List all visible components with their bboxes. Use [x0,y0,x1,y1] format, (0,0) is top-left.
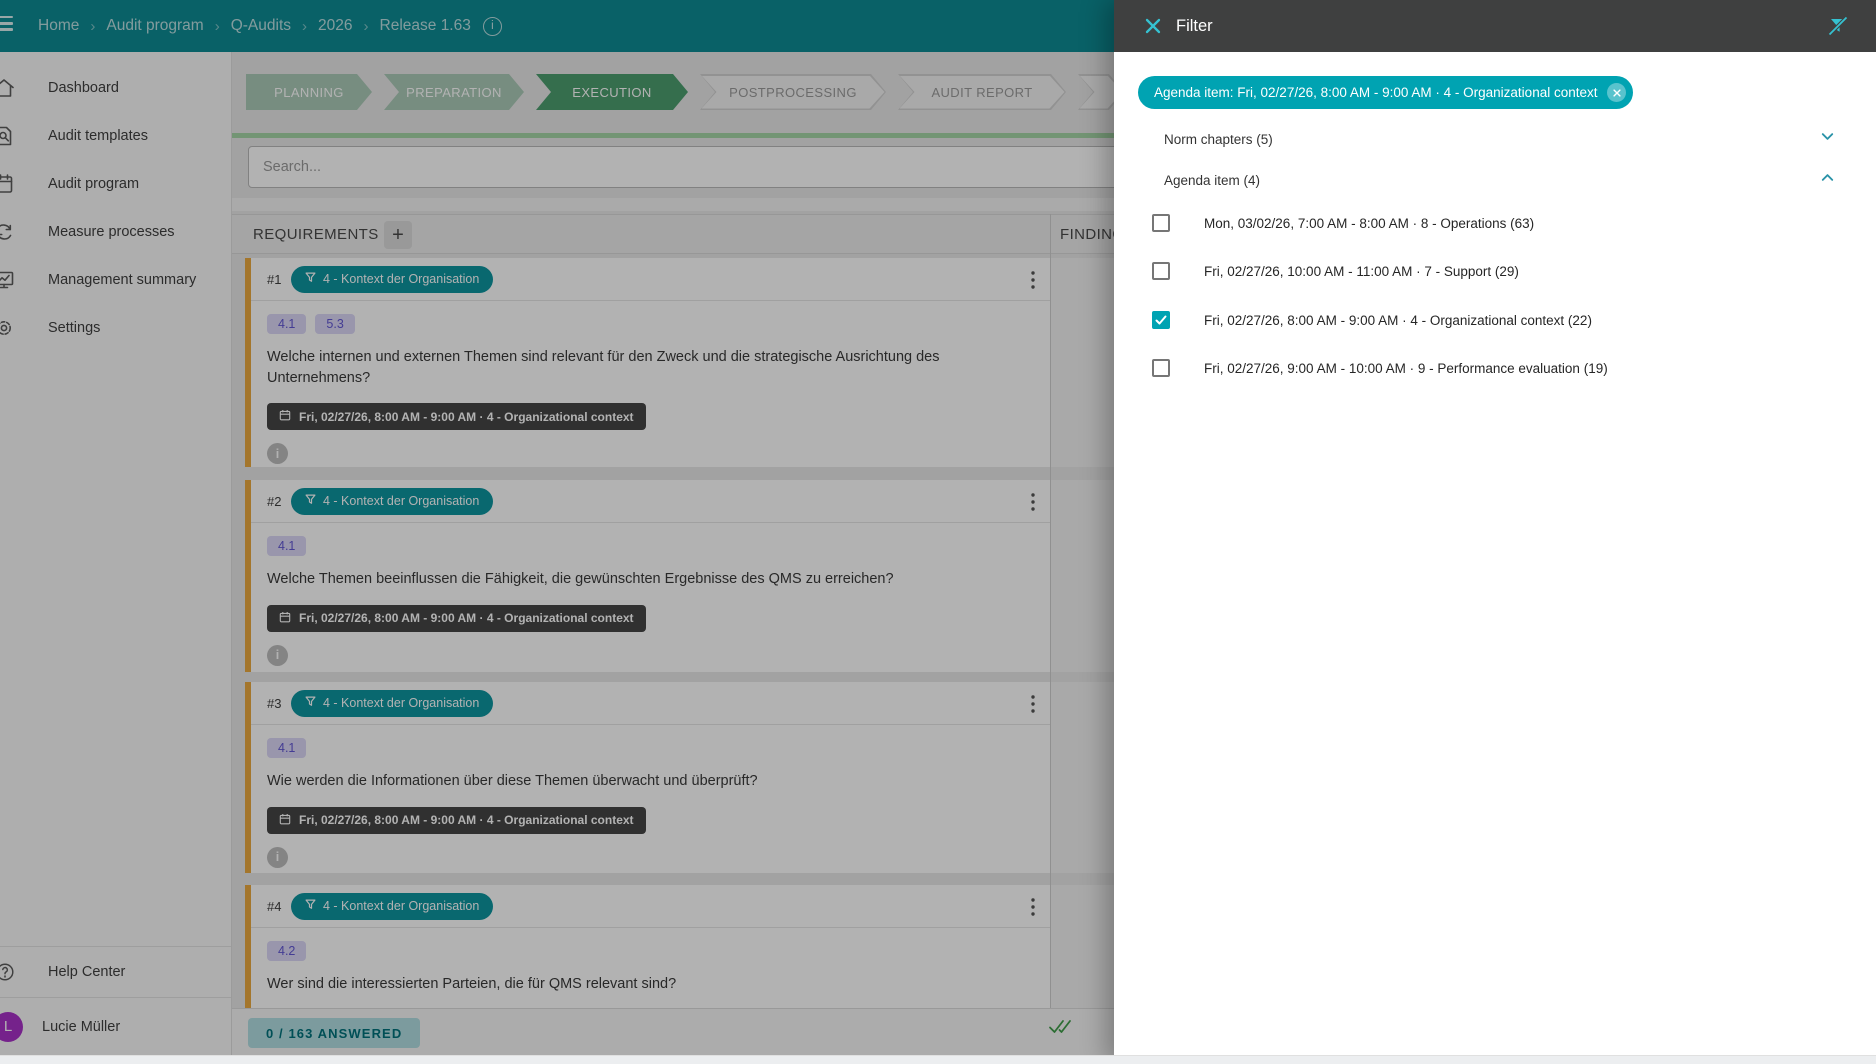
agenda-item-option[interactable]: Fri, 02/27/26, 9:00 AM - 10:00 AM · 9 - … [1152,356,1608,380]
checkbox-unchecked[interactable] [1152,359,1170,377]
close-icon[interactable] [1144,17,1162,35]
agenda-item-option[interactable]: Fri, 02/27/26, 8:00 AM - 9:00 AM · 4 - O… [1152,308,1592,332]
checkbox-checked[interactable] [1152,311,1170,329]
chevron-up-icon[interactable] [1819,169,1836,191]
agenda-item-option-label: Fri, 02/27/26, 9:00 AM - 10:00 AM · 9 - … [1204,360,1608,376]
filter-section-norm-chapters[interactable]: Norm chapters (5) [1164,120,1836,158]
filter-panel: Filter Agenda item: Fri, 02/27/26, 8:00 … [1114,0,1876,1064]
checkbox-unchecked[interactable] [1152,214,1170,232]
agenda-item-option-label: Fri, 02/27/26, 8:00 AM - 9:00 AM · 4 - O… [1204,312,1592,328]
filter-panel-header: Filter [1114,0,1876,52]
drawer-backdrop[interactable] [0,0,1114,1064]
active-filter-chip-label: Agenda item: Fri, 02/27/26, 8:00 AM - 9:… [1154,85,1598,100]
active-filter-chip[interactable]: Agenda item: Fri, 02/27/26, 8:00 AM - 9:… [1138,76,1634,109]
filter-section-label: Agenda item (4) [1164,172,1261,188]
remove-filter-icon[interactable] [1607,83,1627,102]
agenda-item-option[interactable]: Mon, 03/02/26, 7:00 AM - 8:00 AM · 8 - O… [1152,211,1534,235]
chevron-down-icon[interactable] [1819,128,1836,150]
clear-filter-icon[interactable] [1826,14,1850,38]
horizontal-scrollbar[interactable] [0,1055,1876,1064]
checkbox-unchecked[interactable] [1152,262,1170,280]
filter-section-agenda-item[interactable]: Agenda item (4) [1164,161,1836,199]
agenda-item-option[interactable]: Fri, 02/27/26, 10:00 AM - 11:00 AM · 7 -… [1152,259,1519,283]
filter-panel-title: Filter [1176,16,1213,35]
filter-section-label: Norm chapters (5) [1164,131,1273,147]
agenda-item-option-label: Mon, 03/02/26, 7:00 AM - 8:00 AM · 8 - O… [1204,215,1535,231]
agenda-item-option-label: Fri, 02/27/26, 10:00 AM - 11:00 AM · 7 -… [1204,263,1519,279]
